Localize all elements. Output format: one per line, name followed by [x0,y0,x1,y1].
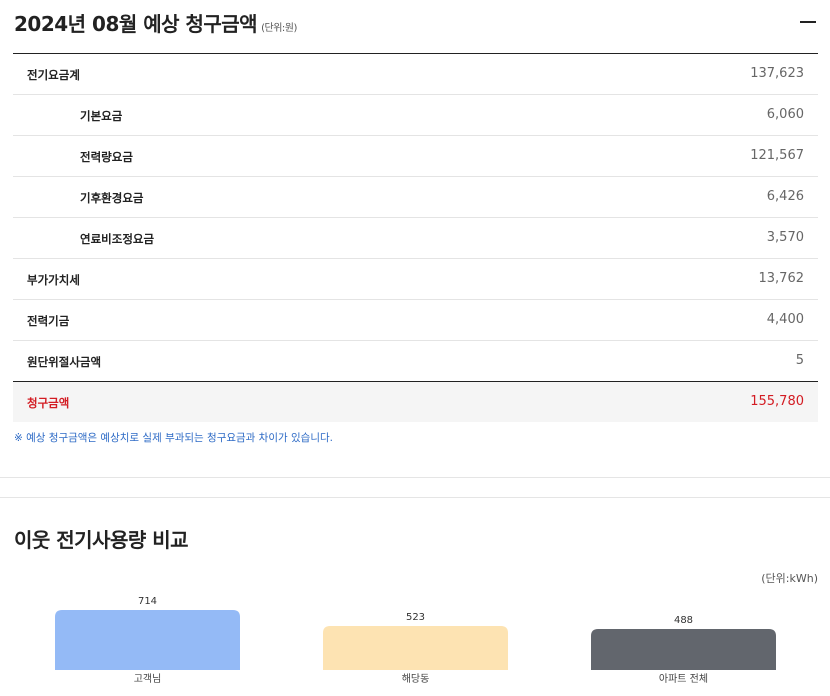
row-label: 원단위절사금액 [27,355,102,369]
row-value: 5 [795,353,804,368]
divider [0,477,830,478]
divider [0,497,830,498]
total-label: 청구금액 [27,396,70,410]
bill-header: 2024년 08월 예상 청구금액 (단위:원) [14,8,818,38]
row-value: 6,060 [766,107,804,122]
bar-1 [55,610,240,670]
row-value: 13,762 [758,271,805,286]
category-label: 아파트 전체 [659,673,708,685]
bill-row-rounding: 원단위절사금액 5 [13,341,818,382]
row-value: 137,623 [750,66,804,81]
bill-unit: (단위:원) [261,23,297,34]
bill-row-basic-charge: 기본요금 6,060 [13,95,818,136]
bar-value-label: 714 [138,596,157,607]
row-label: 기본요금 [80,109,123,123]
bill-title: 2024년 08월 예상 청구금액 (단위:원) [14,8,297,37]
row-label: 기후환경요금 [80,191,144,205]
row-label: 전기요금계 [27,68,80,82]
minus-icon [800,21,816,23]
row-value: 3,570 [766,230,804,245]
bar-3 [591,628,776,670]
bill-note: ※ 예상 청구금액은 예상치로 실제 부과되는 청구요금과 차이가 있습니다. [14,432,333,444]
bill-row-billing-total: 청구금액 155,780 [13,382,818,422]
bill-row-vat: 부가가치세 13,762 [13,259,818,300]
bill-row-energy-charge: 전력량요금 121,567 [13,136,818,177]
bill-row-climate-charge: 기후환경요금 6,426 [13,177,818,218]
row-label: 전력기금 [27,314,70,328]
bar-value-label: 488 [674,615,693,626]
category-label: 고객님 [134,673,162,685]
row-label: 전력량요금 [80,150,133,164]
bill-row-power-fund: 전력기금 4,400 [13,300,818,341]
row-value: 4,400 [766,312,804,327]
bill-row-total-electricity: 전기요금계 137,623 [13,54,818,95]
total-value: 155,780 [750,394,804,409]
row-value: 121,567 [750,148,804,163]
row-value: 6,426 [766,189,804,204]
bill-row-fuel-adjustment: 연료비조정요금 3,570 [13,218,818,259]
collapse-button[interactable] [798,14,818,30]
comparison-title: 이웃 전기사용량 비교 [14,528,189,552]
category-label: 해당동 [402,672,430,685]
bar-2 [323,626,508,670]
bill-title-text: 2024년 08월 예상 청구금액 [14,12,258,36]
row-label: 연료비조정요금 [80,232,155,246]
bar-value-label: 523 [406,612,425,623]
row-label: 부가가치세 [27,273,80,287]
usage-comparison-chart: 714 고객님 523 해당동 488 아파트 전체 [55,596,776,685]
bill-table: 전기요금계 137,623 기본요금 6,060 전력량요금 121,567 기… [13,53,818,422]
